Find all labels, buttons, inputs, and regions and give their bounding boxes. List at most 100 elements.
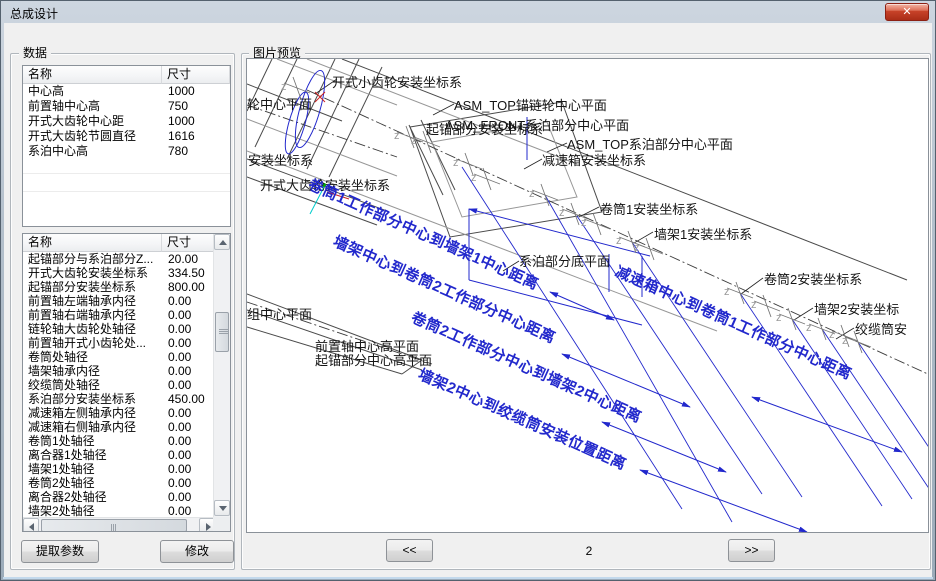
datum-axis-letter: z — [616, 235, 622, 247]
cell-name: 减速箱左侧轴承内径 — [23, 406, 162, 420]
table-row[interactable]: 前置轴左端轴承内径0.00 — [23, 294, 230, 308]
datum-axis-letter: z — [634, 242, 640, 254]
drawing-label: 墙架1安装坐标系 — [654, 228, 752, 242]
extract-parameters-button[interactable]: 提取参数 — [21, 540, 99, 563]
drawing-label: 墙架2安装坐标 — [814, 303, 899, 317]
prev-page-button[interactable]: << — [386, 539, 433, 562]
drawing-label: 起锚部分中心高平面 — [315, 354, 432, 368]
cell-size: 750 — [162, 99, 230, 114]
next-page-button[interactable]: >> — [728, 539, 775, 562]
table2-rows: 起锚部分与系泊部分Z...20.00开式大齿轮安装坐标系334.50起锚部分安装… — [23, 252, 230, 518]
table-row[interactable]: 前置轴右端轴承内径0.00 — [23, 308, 230, 322]
drawing-label: 减速箱安装坐标系 — [542, 154, 646, 168]
table-row[interactable]: 中心高1000 — [23, 84, 230, 99]
datum-axis-letter: z — [829, 329, 835, 341]
drawing-label: 绞缆筒安 — [855, 323, 907, 337]
table-row[interactable]: 墙架1处轴径0.00 — [23, 462, 230, 476]
horizontal-scrollbar[interactable] — [23, 517, 215, 532]
vertical-scrollbar[interactable] — [213, 234, 230, 517]
cell-name: 前置轴右端轴承内径 — [23, 308, 162, 322]
close-icon: ✕ — [902, 6, 911, 18]
cell-name: 减速箱右侧轴承内径 — [23, 420, 162, 434]
drawing-label: ASM_TOP系泊部分中心平面 — [567, 138, 733, 152]
cell-name: 卷筒1处轴径 — [23, 434, 162, 448]
cell-name: 中心高 — [23, 84, 162, 99]
table-row[interactable]: 系泊部分安装坐标系450.00 — [23, 392, 230, 406]
cell-name: 开式大齿轮安装坐标系 — [23, 266, 162, 280]
cell-name: 起锚部分安装坐标系 — [23, 280, 162, 294]
table-row[interactable]: 开式大齿轮安装坐标系334.50 — [23, 266, 230, 280]
table-row[interactable]: 卷筒处轴径0.00 — [23, 350, 230, 364]
table-row[interactable]: 开式大齿轮节圆直径1616 — [23, 129, 230, 144]
datum-axis-letter: z — [559, 207, 565, 219]
table-row[interactable]: 开式大齿轮中心距1000 — [23, 114, 230, 129]
parameters-table-1[interactable]: 名称 尺寸 中心高1000前置轴中心高750开式大齿轮中心距1000开式大齿轮节… — [22, 65, 231, 227]
cell-name: 前置轴左端轴承内径 — [23, 294, 162, 308]
table-row[interactable]: 前置轴开式小齿轮处...0.00 — [23, 336, 230, 350]
drawing-label: 起锚部分安装坐标系 — [426, 123, 543, 137]
empty-row-separator — [23, 191, 230, 192]
titlebar[interactable]: 总成设计 ✕ — [1, 1, 935, 23]
cell-name: 系泊部分安装坐标系 — [23, 392, 162, 406]
drawing-label: 轮中心平面 — [247, 98, 312, 112]
table1-header-name[interactable]: 名称 — [23, 66, 162, 84]
cell-name: 系泊中心高 — [23, 144, 162, 159]
parameters-table-2[interactable]: 名称 尺寸 起锚部分与系泊部分Z...20.00开式大齿轮安装坐标系334.50… — [22, 233, 231, 532]
table-row[interactable]: 减速箱左侧轴承内径0.00 — [23, 406, 230, 420]
drawing-preview[interactable]: zzzzzzzzzzzzzzzz 开式小齿轮安装坐标系轮中心平面ASM_TOP锚… — [246, 58, 929, 533]
cell-name: 前置轴开式小齿轮处... — [23, 336, 162, 350]
table-row[interactable]: 墙架轴承内径0.00 — [23, 364, 230, 378]
table-row[interactable]: 起锚部分与系泊部分Z...20.00 — [23, 252, 230, 266]
thumb-grip-icon — [219, 329, 228, 334]
cell-size: 780 — [162, 144, 230, 159]
cell-name: 离合器2处轴径 — [23, 490, 162, 504]
datum-axis-letter: z — [751, 299, 757, 311]
cell-name: 前置轴中心高 — [23, 99, 162, 114]
table-row[interactable]: 前置轴中心高750 — [23, 99, 230, 114]
table-row[interactable]: 起锚部分安装坐标系800.00 — [23, 280, 230, 294]
table-row[interactable]: 减速箱右侧轴承内径0.00 — [23, 420, 230, 434]
modify-button[interactable]: 修改 — [160, 540, 234, 563]
scroll-down-icon — [219, 506, 227, 511]
horizontal-scroll-thumb[interactable] — [41, 519, 187, 532]
table1-header-size[interactable]: 尺寸 — [162, 66, 230, 84]
table2-header-size[interactable]: 尺寸 — [162, 234, 215, 252]
drawing-label: 安装坐标系 — [248, 154, 313, 168]
table-row[interactable]: 链轮轴大齿轮处轴径0.00 — [23, 322, 230, 336]
drawing-label: 卷筒2安装坐标系 — [764, 273, 862, 287]
datum-axis-letter: z — [842, 335, 848, 347]
scroll-left-icon — [29, 523, 34, 531]
data-group-label: 数据 — [19, 47, 51, 60]
datum-axis-letter: z — [411, 135, 417, 147]
table-row[interactable]: 系泊中心高780 — [23, 144, 230, 159]
datum-axis-letter: z — [394, 130, 400, 142]
cell-name: 开式大齿轮中心距 — [23, 114, 162, 129]
dialog-window: 总成设计 ✕ 数据 名称 尺寸 中心高1000前置轴中心高750开式大齿轮中心距… — [0, 0, 936, 581]
table-row[interactable]: 墙架2处轴径0.00 — [23, 504, 230, 518]
cell-name: 墙架2处轴径 — [23, 504, 162, 518]
cell-name: 卷筒2处轴径 — [23, 476, 162, 490]
window-title: 总成设计 — [10, 5, 58, 22]
close-button[interactable]: ✕ — [885, 3, 929, 21]
cell-name: 链轮轴大齿轮处轴径 — [23, 322, 162, 336]
cell-size: 1000 — [162, 114, 230, 129]
table-row[interactable]: 卷筒2处轴径0.00 — [23, 476, 230, 490]
cell-name: 卷筒处轴径 — [23, 350, 162, 364]
datum-axis-letter: z — [471, 172, 477, 184]
table-row[interactable]: 绞缆筒处轴径0.00 — [23, 378, 230, 392]
vertical-scroll-thumb[interactable] — [215, 312, 229, 352]
scroll-up-button[interactable] — [214, 234, 230, 250]
table-row[interactable]: 卷筒1处轴径0.00 — [23, 434, 230, 448]
scroll-down-button[interactable] — [214, 500, 230, 516]
scroll-left-button[interactable] — [23, 518, 39, 532]
drawing-label: 开式小齿轮安装坐标系 — [332, 76, 462, 90]
drawing-label: 组中心平面 — [247, 308, 312, 322]
cell-size: 1000 — [162, 84, 230, 99]
table1-header: 名称 尺寸 — [23, 66, 230, 84]
scroll-right-icon — [206, 523, 211, 531]
table-row[interactable]: 离合器1处轴径0.00 — [23, 448, 230, 462]
table2-header-name[interactable]: 名称 — [23, 234, 162, 252]
cell-name: 开式大齿轮节圆直径 — [23, 129, 162, 144]
drawing-label: 卷筒1安装坐标系 — [600, 203, 698, 217]
table-row[interactable]: 离合器2处轴径0.00 — [23, 490, 230, 504]
